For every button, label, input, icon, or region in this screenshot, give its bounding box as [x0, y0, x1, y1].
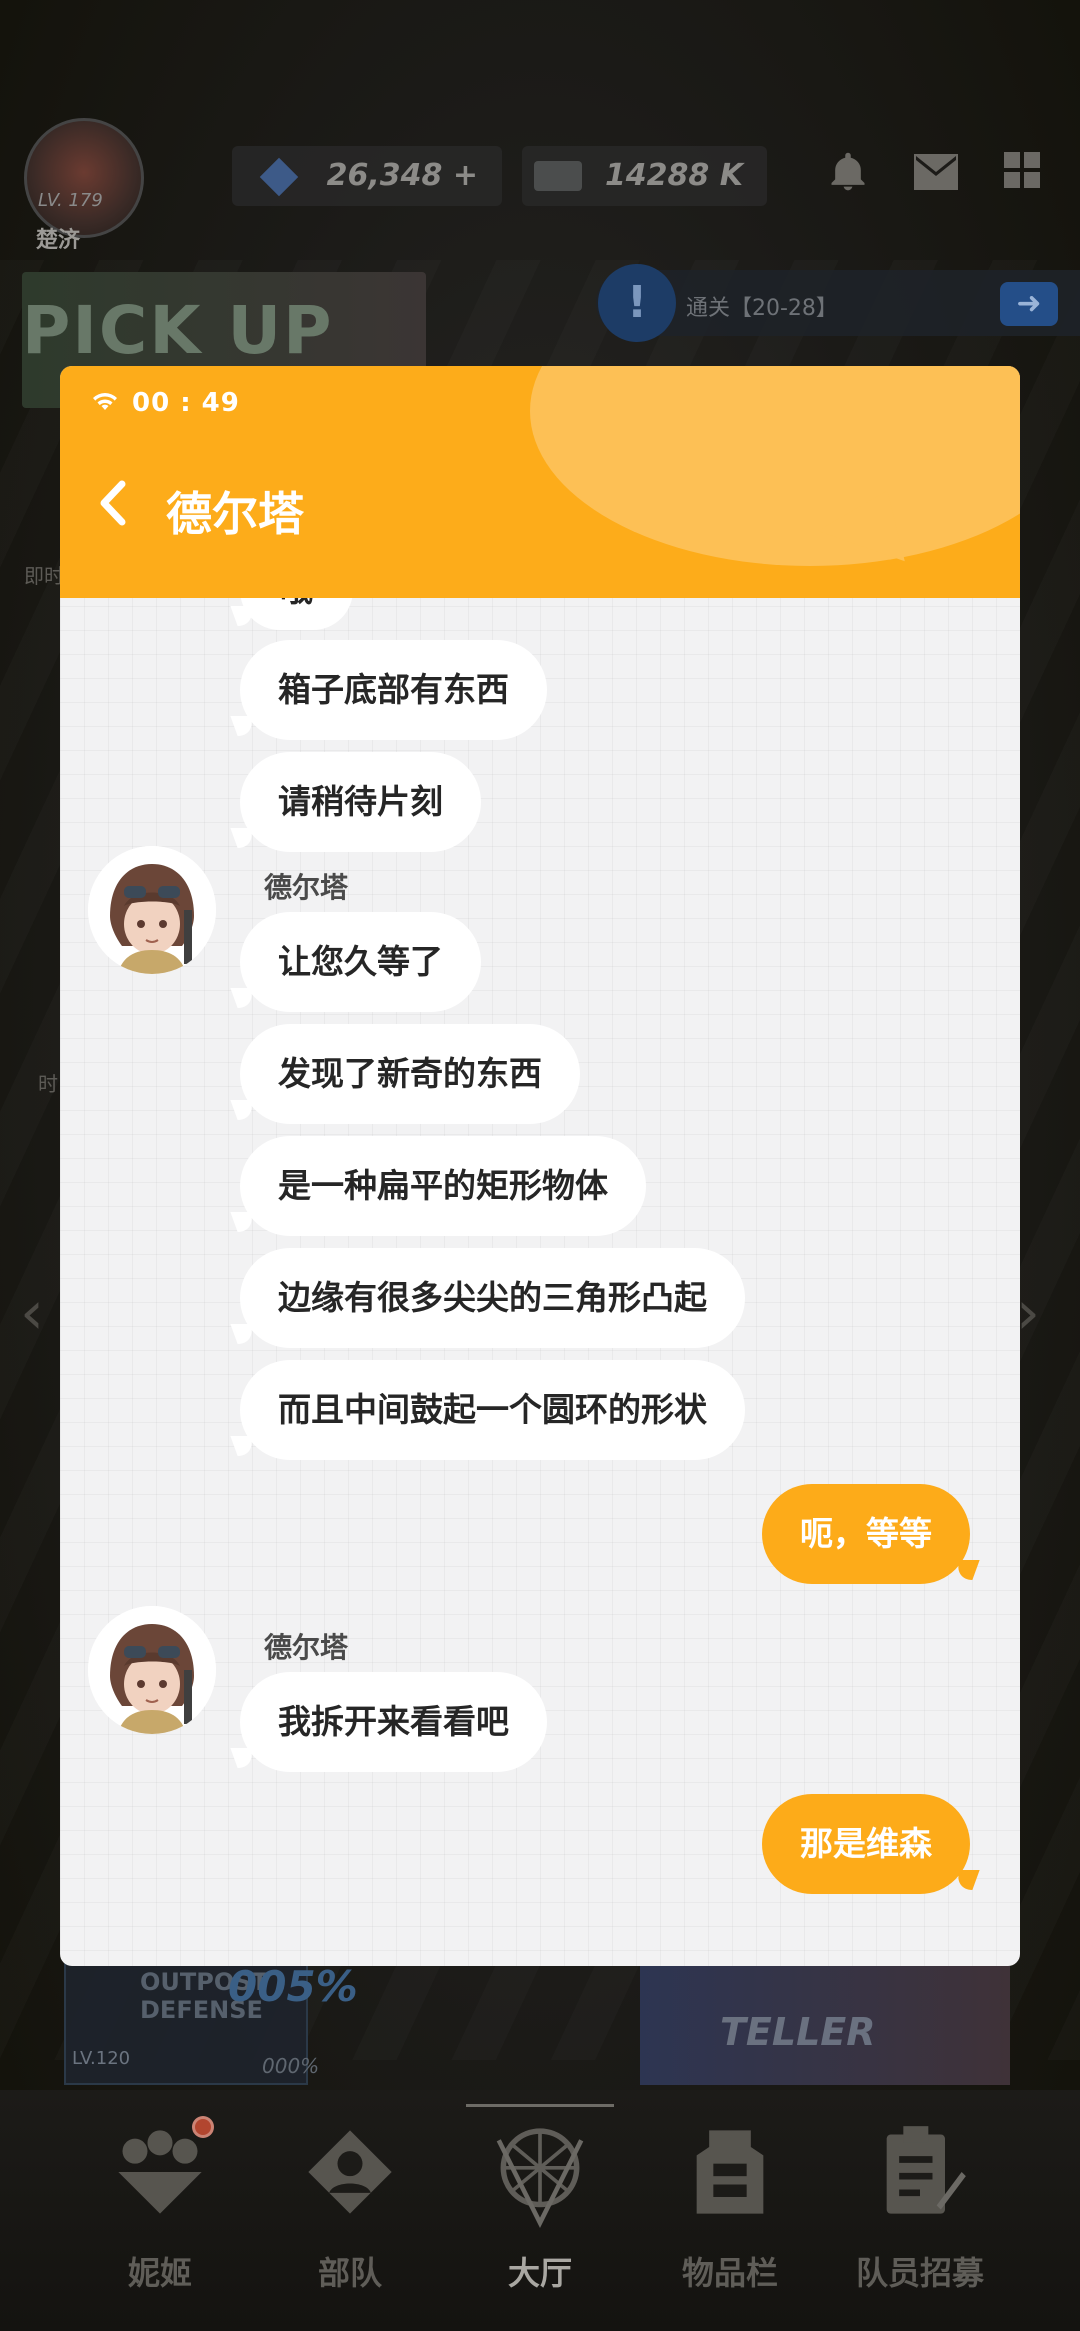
chat-bubble: 哦: [240, 598, 353, 630]
delta-avatar[interactable]: [88, 846, 216, 974]
pickup-text: PICK UP: [22, 292, 334, 369]
bell-icon[interactable]: [824, 150, 872, 198]
event-banner-text: TELLER: [720, 2010, 876, 2054]
side-label-top: 即时: [24, 564, 64, 588]
mail-icon[interactable]: [912, 150, 960, 198]
mission-text: 通关【20-28】: [686, 296, 838, 321]
chat-bubble: 而且中间鼓起一个圆环的形状: [240, 1360, 745, 1460]
nav-label-lobby: 大厅: [507, 2254, 572, 2292]
chat-message-list[interactable]: 哦 箱子底部有东西 请稍待片刻 德尔塔 让您久等了 发现了新奇的东西 是一种扁平…: [60, 598, 1020, 1966]
sender-name: 德尔塔: [264, 1631, 349, 1664]
status-time: 00 : 49: [132, 388, 240, 418]
nav-label-inventory: 物品栏: [681, 2254, 778, 2292]
nav-item-squad[interactable]: 部队: [260, 2110, 440, 2310]
player-name: 楚济: [36, 228, 81, 253]
chat-title: 德尔塔: [166, 487, 304, 541]
delta-avatar[interactable]: [88, 1606, 216, 1734]
chat-header: 00 : 49 德尔塔: [60, 366, 1020, 598]
gem-counter[interactable]: 26,348 +: [232, 146, 502, 206]
recruit-icon: [865, 2122, 975, 2232]
inventory-icon: [675, 2122, 785, 2232]
chat-dialog: 00 : 49 德尔塔 哦 箱子底部有东西 请稍待片刻 德尔塔: [60, 366, 1020, 1966]
credit-counter[interactable]: 14288 K: [522, 146, 767, 206]
nav-item-nikke[interactable]: 妮姬: [70, 2110, 250, 2310]
wifi-icon: [90, 390, 120, 412]
outpost-percent-small: 000%: [262, 2054, 320, 2078]
chat-bubble-self: 呃，等等: [762, 1484, 970, 1584]
grid-menu-icon[interactable]: [998, 150, 1046, 198]
nav-item-lobby[interactable]: 大厅: [450, 2110, 630, 2310]
chat-bubble-self: 那是维森: [762, 1794, 970, 1894]
nav-active-indicator: [466, 2104, 614, 2107]
back-button[interactable]: [96, 478, 146, 538]
chat-bubble-decoration: [530, 366, 1020, 566]
lobby-icon: [485, 2122, 595, 2232]
chat-bubble: 发现了新奇的东西: [240, 1024, 580, 1124]
nav-item-recruit[interactable]: 队员招募: [830, 2110, 1010, 2310]
outpost-percent: 005%: [228, 1962, 358, 2011]
alert-icon: !: [598, 264, 676, 342]
notification-dot: [192, 2116, 214, 2138]
player-avatar[interactable]: [24, 118, 144, 238]
nav-label-squad: 部队: [317, 2254, 382, 2292]
sender-name: 德尔塔: [264, 871, 349, 904]
outpost-level: LV.120: [72, 2048, 131, 2069]
chat-bubble: 我拆开来看看吧: [240, 1672, 547, 1772]
chat-bubble: 是一种扁平的矩形物体: [240, 1136, 646, 1236]
credit-value: 14288 K: [604, 158, 743, 193]
nav-label-recruit: 队员招募: [855, 2254, 984, 2292]
gem-icon: [259, 157, 299, 197]
nikke-icon: [105, 2122, 215, 2232]
arrow-right-icon[interactable]: ➜: [1000, 282, 1058, 326]
chat-bubble: 边缘有很多尖尖的三角形凸起: [240, 1248, 745, 1348]
chat-bubble: 箱子底部有东西: [240, 640, 547, 740]
gem-value: 26,348 +: [326, 158, 478, 193]
player-level: LV. 179: [38, 190, 103, 211]
chevron-left-icon[interactable]: ‹: [20, 1278, 44, 1348]
chat-bubble: 让您久等了: [240, 912, 481, 1012]
chevron-left-icon: [100, 480, 126, 526]
nav-label-nikke: 妮姬: [127, 2254, 192, 2292]
nav-item-inventory[interactable]: 物品栏: [640, 2110, 820, 2310]
credit-icon: [534, 161, 582, 191]
chat-bubble: 请稍待片刻: [240, 752, 481, 852]
squad-icon: [295, 2122, 405, 2232]
side-label-bottom: 时: [38, 1072, 58, 1096]
